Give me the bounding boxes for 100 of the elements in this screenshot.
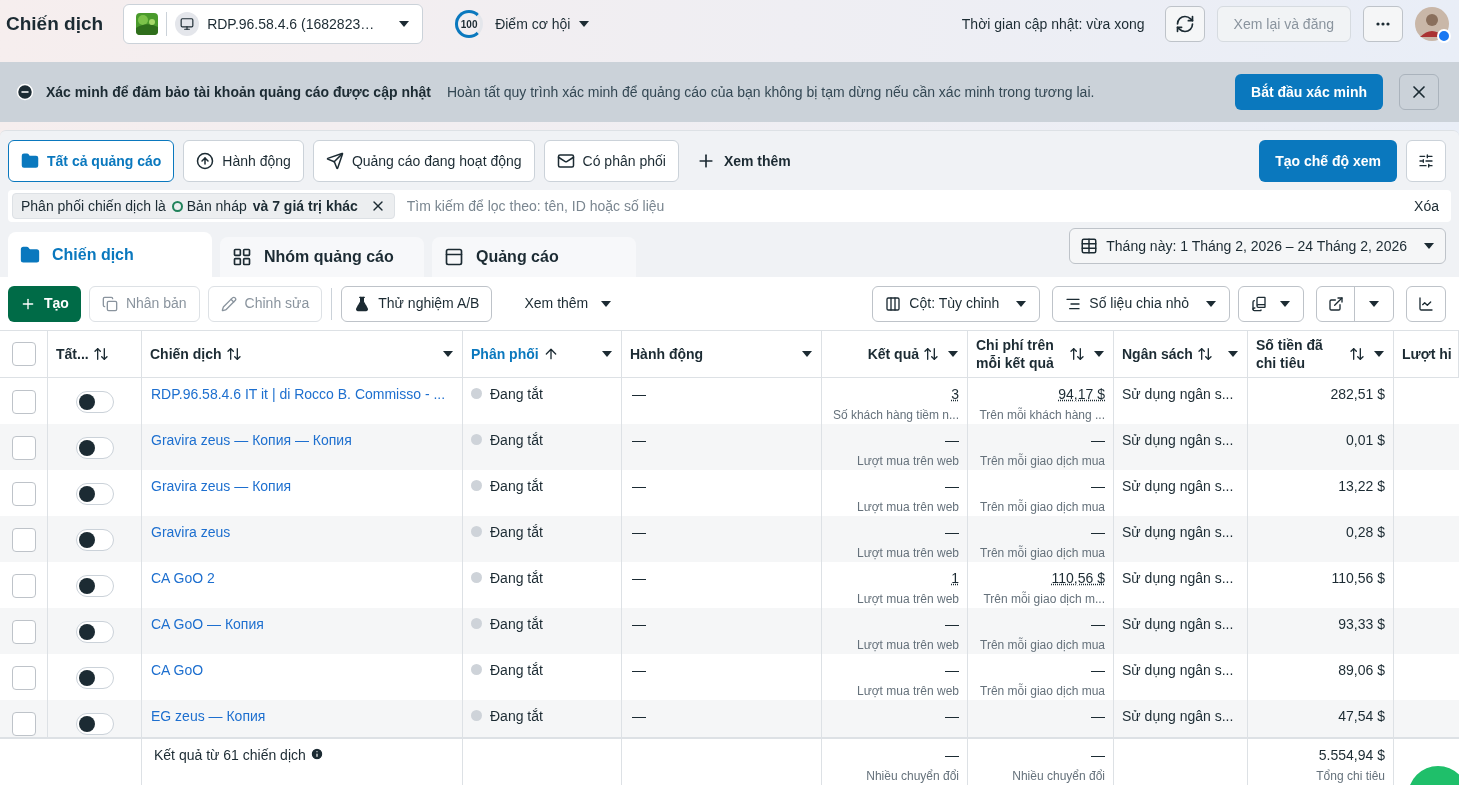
view-tab[interactable]: Quảng cáo đang hoạt động (312, 140, 535, 182)
sort-icon[interactable] (923, 346, 939, 362)
delivery-status: Đang tắt (490, 661, 543, 680)
toggle-switch[interactable] (75, 529, 114, 551)
start-verification-button[interactable]: Bắt đầu xác minh (1235, 74, 1383, 110)
column-header[interactable]: Tất... (56, 345, 89, 363)
export-icon (1327, 295, 1344, 312)
cost-note: Trên mỗi khách hàng ... (979, 406, 1105, 424)
more-views-button[interactable]: Xem thêm (687, 140, 799, 182)
column-header[interactable]: Kết quả (867, 345, 919, 363)
create-view-button[interactable]: Tạo chế độ xem (1259, 140, 1397, 182)
row-checkbox[interactable] (11, 666, 36, 690)
toggle-switch[interactable] (75, 391, 114, 413)
chart-icon (1418, 295, 1434, 312)
delivery-status: Đang tắt (490, 385, 543, 404)
row-checkbox[interactable] (11, 528, 36, 552)
more-actions-button[interactable]: Xem thêm (500, 285, 637, 322)
column-header[interactable]: Chiến dịch (150, 345, 222, 363)
close-button[interactable] (1399, 74, 1439, 110)
caret-icon (1279, 299, 1291, 308)
level-tab[interactable]: Chiến dịch (8, 232, 212, 277)
view-tab[interactable]: Hành động (183, 140, 304, 182)
view-tab[interactable]: Tất cả quảng cáo (8, 140, 175, 182)
settings-button[interactable] (1406, 140, 1446, 182)
create-button[interactable]: Tạo (8, 285, 81, 322)
result-note: Nhiều chuyển đổi (866, 768, 959, 785)
sort-icon[interactable] (1069, 346, 1085, 362)
cost-total: — (1091, 746, 1105, 765)
clear-link[interactable]: Xóa (1406, 195, 1447, 217)
reports-button[interactable] (1238, 285, 1304, 322)
column-header[interactable]: Phân phối (471, 345, 539, 363)
column-header[interactable]: Lượt hi (1402, 345, 1452, 363)
caret-icon (600, 299, 613, 308)
table-cell: — (632, 478, 646, 494)
ab-test-button[interactable]: Thử nghiệm A/B (341, 285, 493, 322)
opportunity-score-button[interactable]: Điểm cơ hội (495, 13, 591, 35)
campaign-link[interactable]: CA GoO (151, 662, 204, 678)
columns-icon (885, 295, 902, 312)
draft-status-icon (171, 200, 183, 212)
info-icon (309, 747, 324, 761)
campaign-link[interactable]: Gravira zeus — Копия (151, 478, 292, 494)
sort-icon[interactable] (225, 346, 242, 362)
column-header[interactable]: Ngân sách (1122, 345, 1193, 363)
table-cell: — (632, 432, 646, 448)
row-checkbox[interactable] (11, 390, 36, 414)
column-header[interactable]: Chi phí trên mỗi kết quả (976, 336, 1065, 372)
sort-icon[interactable] (1196, 346, 1213, 362)
account-selector[interactable]: RDP.96.58.4.6 (1682823… (123, 4, 424, 44)
campaign-link[interactable]: CA GoO 2 (151, 570, 215, 586)
result-value: — (945, 431, 959, 450)
campaign-link[interactable]: RDP.96.58.4.6 IT it | di Rocco B. Commisso - ... (151, 386, 446, 402)
toggle-switch[interactable] (75, 713, 114, 735)
date-range-button[interactable]: Tháng này: 1 Tháng 2, 2026 – 24 Tháng 2, 2026 (1069, 228, 1446, 264)
spent-value: 282,51 $ (1330, 386, 1385, 402)
toggle-switch[interactable] (75, 437, 114, 459)
banner-title: Xác minh để đảm bảo tài khoản quảng cáo được cập nhật (46, 82, 431, 102)
campaign-link[interactable]: Gravira zeus (151, 524, 231, 540)
charts-button[interactable] (1406, 285, 1446, 322)
toggle-switch[interactable] (75, 621, 114, 643)
result-value: 3 (951, 385, 959, 404)
row-checkbox[interactable] (11, 436, 36, 460)
table-cell: — (632, 708, 646, 724)
select-all-checkbox[interactable] (11, 342, 36, 366)
search-field[interactable]: Phân phối chiến dịch là Bản nháp và 7 giá trị khác Tìm kiếm để lọc theo: tên, ID hoặc số liệu Xóa (8, 190, 1451, 222)
toggle-switch[interactable] (75, 483, 114, 505)
budget-value: Sử dụng ngân s... (1122, 662, 1234, 678)
campaign-link[interactable]: Gravira zeus — Копия — Копия (151, 432, 352, 448)
column-header[interactable]: Hành động (630, 345, 704, 363)
sort-icon[interactable] (1349, 346, 1365, 362)
row-checkbox[interactable] (11, 574, 36, 598)
toggle-switch[interactable] (75, 575, 114, 597)
level-tab[interactable]: Nhóm quảng cáo (220, 237, 424, 277)
view-tab[interactable]: Có phân phối (543, 140, 679, 182)
cost-value: — (1091, 431, 1105, 450)
spent-value: 0,01 $ (1346, 432, 1385, 448)
columns-button[interactable]: Cột: Tùy chỉnh (872, 285, 1041, 322)
breakdown-button[interactable]: Số liệu chia nhỏ (1052, 285, 1230, 322)
result-note: Lượt mua trên web (857, 683, 959, 700)
table-cell: — (632, 616, 646, 632)
more-icon (1376, 22, 1390, 26)
arrow-up-circle-icon (196, 152, 215, 170)
filter-chip[interactable]: Phân phối chiến dịch là Bản nháp và 7 giá trị khác (12, 193, 395, 219)
row-checkbox[interactable] (11, 482, 36, 506)
send-icon (325, 152, 344, 170)
cost-value: — (1091, 615, 1105, 634)
delivery-status: Đang tắt (490, 707, 543, 726)
row-checkbox[interactable] (11, 712, 36, 736)
spent-value: 89,06 $ (1338, 662, 1385, 678)
campaign-link[interactable]: EG zeus — Копия (151, 708, 266, 724)
spent-value: 0,28 $ (1346, 524, 1385, 540)
budget-value: Sử dụng ngân s... (1122, 478, 1234, 494)
column-header[interactable]: Số tiền đã chi tiêu (1256, 336, 1345, 372)
sort-icon[interactable] (92, 346, 109, 362)
level-tab[interactable]: Quảng cáo (432, 237, 636, 277)
page-title: Chiến dịch (6, 11, 104, 36)
campaign-link[interactable]: CA GoO — Копия (151, 616, 264, 632)
spent-note: Tổng chi tiêu (1316, 768, 1385, 785)
refresh-button[interactable] (1164, 6, 1205, 42)
toggle-switch[interactable] (75, 667, 114, 689)
row-checkbox[interactable] (11, 620, 36, 644)
